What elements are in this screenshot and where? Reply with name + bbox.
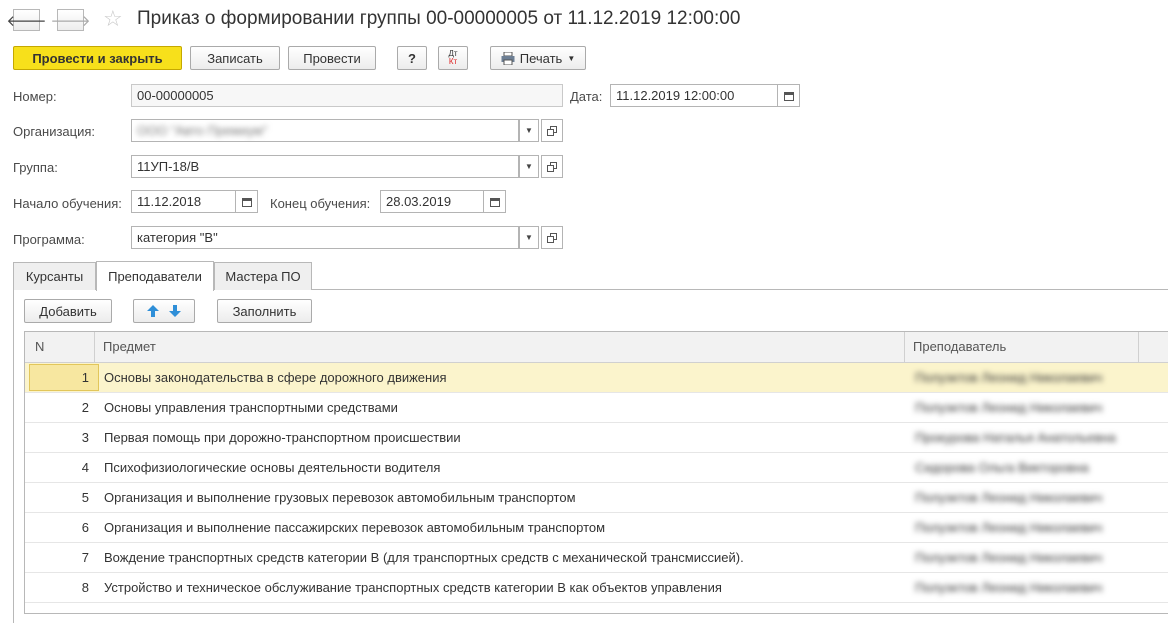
dt-kt-button[interactable]: Дт Кт [438, 46, 468, 70]
cell-subject: Вождение транспортных средств категории … [104, 550, 744, 565]
cell-teacher: Полуэктов Леонид Николаевич [915, 370, 1103, 385]
cell-n: 8 [81, 580, 89, 595]
end-date-field[interactable]: 28.03.2019 [380, 190, 484, 213]
save-button[interactable]: Записать [190, 46, 280, 70]
start-date-calendar-button[interactable] [236, 190, 258, 213]
table-row[interactable]: 2 Основы управления транспортными средств… [25, 393, 1168, 423]
arrow-down-icon[interactable] [169, 305, 181, 317]
calendar-icon [241, 197, 252, 207]
cell-teacher: Полуэктов Леонид Николаевич [915, 580, 1103, 595]
header-n[interactable]: N [25, 332, 95, 362]
arrow-left-icon: 🡐 [6, 12, 47, 30]
table-row[interactable]: 5 Организация и выполнение грузовых перев… [25, 483, 1168, 513]
print-button[interactable]: Печать ▼ [490, 46, 586, 70]
arrow-right-icon: 🡒 [50, 12, 91, 30]
tab-cadets[interactable]: Курсанты [13, 262, 96, 290]
cell-teacher: Прокурова Наталья Анатольевна [915, 430, 1116, 445]
group-open-button[interactable] [541, 155, 563, 178]
move-buttons [133, 299, 195, 323]
tab-masters[interactable]: Мастера ПО [214, 262, 312, 290]
program-label: Программа: [13, 232, 85, 247]
organization-dropdown-button[interactable]: ▼ [519, 119, 539, 142]
open-icon [547, 232, 557, 243]
cell-teacher: Полуэктов Леонид Николаевич [915, 520, 1103, 535]
number-label: Номер: [13, 89, 57, 104]
program-dropdown-button[interactable]: ▼ [519, 226, 539, 249]
cell-n: 3 [81, 430, 89, 445]
header-teacher[interactable]: Преподаватель [905, 332, 1139, 362]
cell-subject: Устройство и техническое обслуживание тр… [104, 580, 722, 595]
post-and-close-button[interactable]: Провести и закрыть [13, 46, 182, 70]
forward-button[interactable]: 🡒 [50, 9, 91, 31]
add-button[interactable]: Добавить [24, 299, 112, 323]
fill-button[interactable]: Заполнить [217, 299, 312, 323]
date-calendar-button[interactable] [778, 84, 800, 107]
tab-teachers[interactable]: Преподаватели [96, 261, 214, 291]
cell-n: 4 [81, 460, 89, 475]
start-date-label: Начало обучения: [13, 196, 122, 211]
organization-label: Организация: [13, 124, 96, 139]
header-subject[interactable]: Предмет [95, 332, 905, 362]
cell-teacher: Полуэктов Леонид Николаевич [915, 490, 1103, 505]
organization-open-button[interactable] [541, 119, 563, 142]
table-row[interactable]: 4 Психофизиологические основы деятельност… [25, 453, 1168, 483]
cell-subject: Психофизиологические основы деятельности… [104, 460, 441, 475]
organization-field[interactable]: ООО "Авто Премиум" [131, 119, 519, 142]
cell-subject: Основы законодательства в сфере дорожног… [104, 370, 447, 385]
dropdown-arrow-icon: ▼ [525, 162, 533, 171]
cell-teacher: Полуэктов Леонид Николаевич [915, 400, 1103, 415]
table-row[interactable]: 3 Первая помощь при дорожно-транспортном … [25, 423, 1168, 453]
back-button[interactable]: 🡐 [6, 9, 47, 31]
program-open-button[interactable] [541, 226, 563, 249]
cell-n: 6 [81, 520, 89, 535]
dropdown-arrow-icon: ▼ [525, 233, 533, 242]
table-row[interactable]: 7 Вождение транспортных средств категории… [25, 543, 1168, 573]
cell-teacher: Полуэктов Леонид Николаевич [915, 550, 1103, 565]
table-header: N Предмет Преподаватель [25, 332, 1168, 363]
cell-subject: Организация и выполнение пассажирских пе… [104, 520, 606, 535]
end-date-calendar-button[interactable] [484, 190, 506, 213]
group-field[interactable]: 11УП-18/В [131, 155, 519, 178]
calendar-icon [783, 91, 794, 101]
cell-teacher: Сидорова Ольга Викторовна [915, 460, 1089, 475]
printer-icon [501, 51, 515, 65]
post-button[interactable]: Провести [288, 46, 376, 70]
arrow-up-icon[interactable] [147, 305, 159, 317]
chevron-down-icon: ▼ [567, 53, 576, 63]
end-date-label: Конец обучения: [270, 196, 371, 211]
dt-kt-icon: Дт Кт [448, 49, 458, 66]
help-button[interactable]: ? [397, 46, 427, 70]
cell-subject: Основы управления транспортными средства… [104, 400, 398, 415]
favorite-star-icon[interactable]: ☆ [103, 8, 123, 30]
teachers-table: N Предмет Преподаватель 1 Основы законода… [24, 331, 1168, 614]
table-row[interactable]: 8 Устройство и техническое обслуживание т… [25, 573, 1168, 603]
group-dropdown-button[interactable]: ▼ [519, 155, 539, 178]
organization-value: ООО "Авто Премиум" [137, 123, 268, 138]
calendar-icon [489, 197, 500, 207]
start-date-field[interactable]: 11.12.2018 [131, 190, 236, 213]
group-label: Группа: [13, 160, 58, 175]
table-row[interactable]: 1 Основы законодательства в сфере дорожно… [25, 363, 1168, 393]
dropdown-arrow-icon: ▼ [525, 126, 533, 135]
number-field[interactable]: 00-00000005 [131, 84, 563, 107]
date-field[interactable]: 11.12.2019 12:00:00 [610, 84, 778, 107]
print-label: Печать [519, 50, 563, 66]
program-field[interactable]: категория "В" [131, 226, 519, 249]
cell-n: 7 [81, 550, 89, 565]
open-icon [547, 125, 557, 136]
cell-subject: Организация и выполнение грузовых перево… [104, 490, 576, 505]
cell-n: 5 [81, 490, 89, 505]
page-title: Приказ о формировании группы 00-00000005… [137, 8, 741, 29]
cell-n: 2 [81, 400, 89, 415]
open-icon [547, 161, 557, 172]
cell-n: 1 [81, 370, 89, 385]
cell-subject: Первая помощь при дорожно-транспортном п… [104, 430, 461, 445]
date-label: Дата: [570, 89, 603, 104]
table-row[interactable]: 6 Организация и выполнение пассажирских п… [25, 513, 1168, 543]
